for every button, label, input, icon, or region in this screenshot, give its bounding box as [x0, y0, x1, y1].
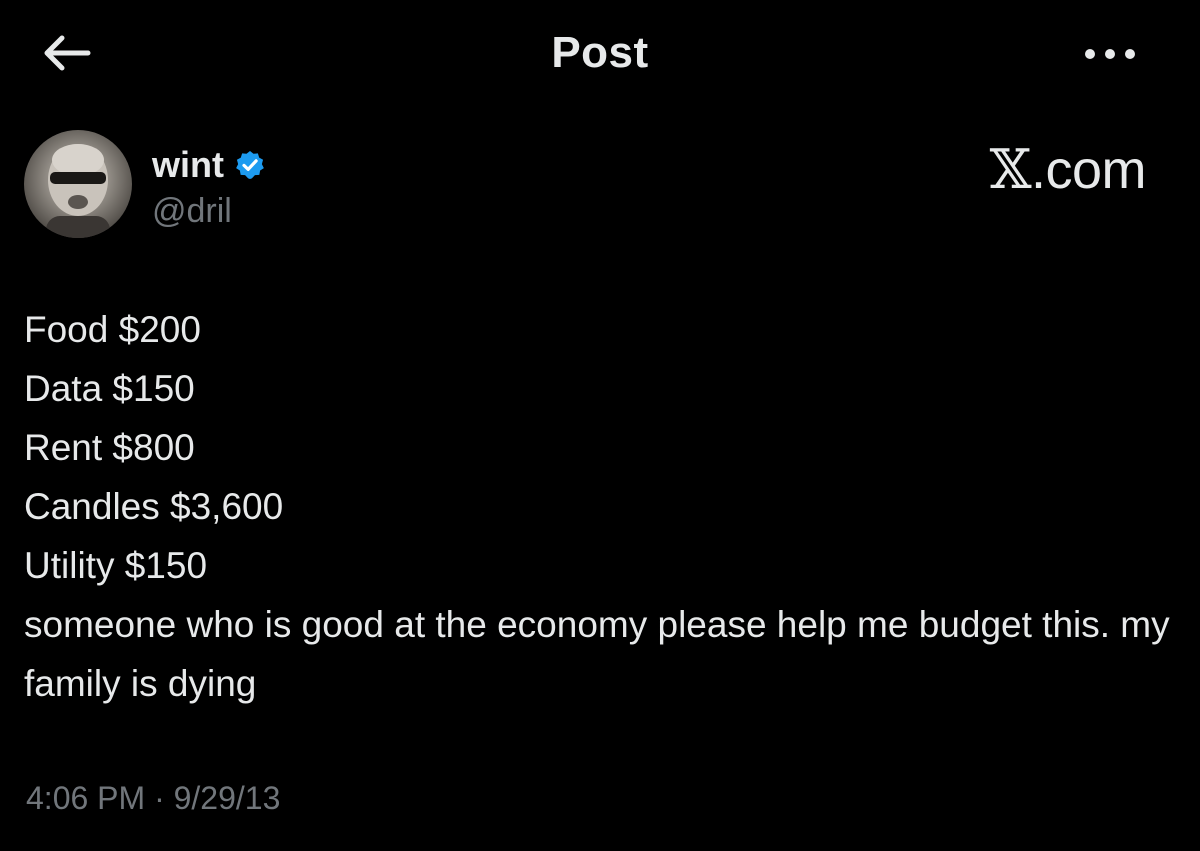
post-text: Food $200 Data $150 Rent $800 Candles $3…: [24, 300, 1174, 713]
author-name-row[interactable]: wint: [152, 144, 266, 186]
x-com-logo: 𝕏.com: [989, 138, 1147, 201]
post-line: Utility $150: [24, 545, 208, 586]
logo-domain-text: .com: [1030, 140, 1147, 200]
display-name: wint: [152, 144, 224, 185]
page-title: Post: [551, 28, 649, 77]
post-timestamp[interactable]: 4:06 PM · 9/29/13: [26, 780, 280, 817]
more-options-button[interactable]: [1080, 34, 1140, 74]
post-line: Rent $800: [24, 427, 195, 468]
post-author: wint @dril: [24, 130, 724, 242]
top-bar: Post: [0, 0, 1200, 110]
verified-badge-icon: [234, 149, 266, 181]
author-handle[interactable]: @dril: [152, 192, 232, 231]
ellipsis-horizontal-icon: [1080, 34, 1140, 74]
x-logo-icon: 𝕏: [989, 138, 1032, 201]
post-line: Candles $3,600: [24, 486, 284, 527]
post-line: someone who is good at the economy pleas…: [24, 604, 1170, 704]
post-line: Data $150: [24, 368, 195, 409]
avatar[interactable]: [24, 130, 132, 238]
post-line: Food $200: [24, 309, 201, 350]
